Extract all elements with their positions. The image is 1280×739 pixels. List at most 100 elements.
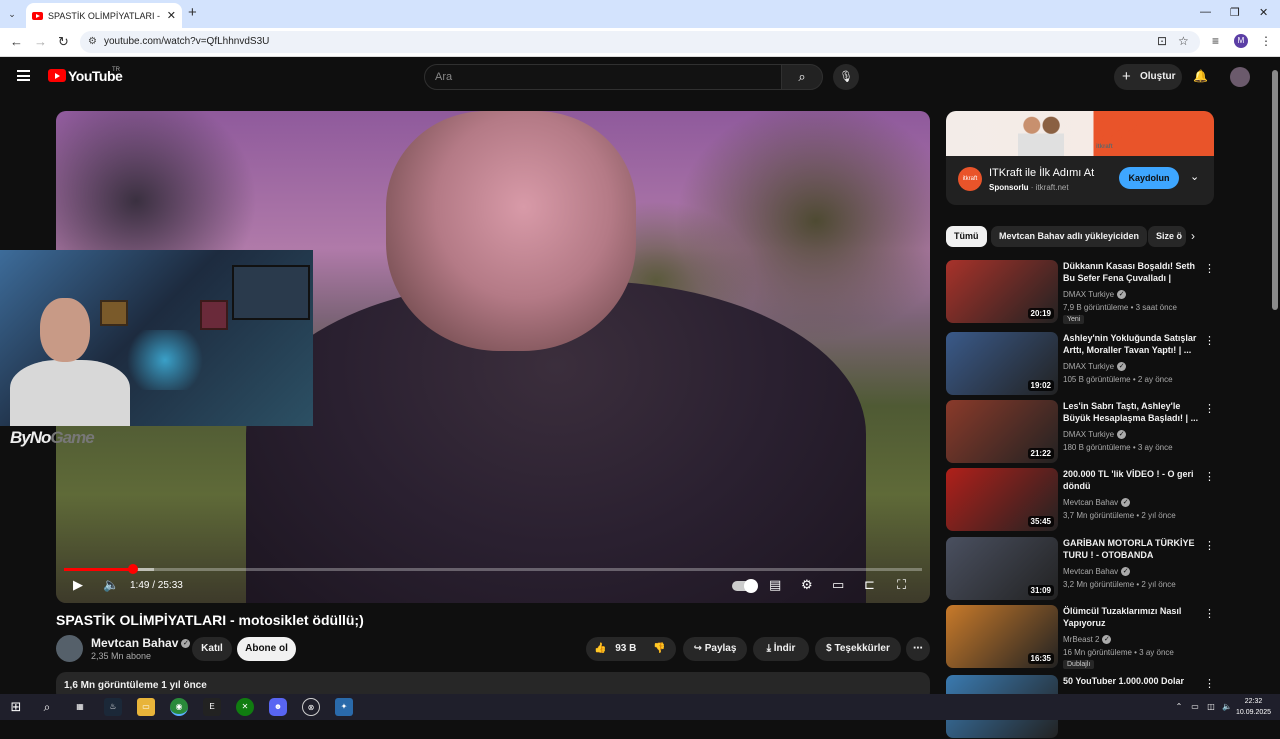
ad-title[interactable]: ITKraft ile İlk Adımı At: [989, 167, 1094, 179]
page-scrollbar[interactable]: [1271, 58, 1280, 694]
channel-name[interactable]: Mevtcan Bahav ✓: [91, 636, 191, 650]
scrollbar-thumb[interactable]: [1272, 70, 1278, 310]
voice-search-button[interactable]: 🎙: [833, 64, 859, 90]
menu-icon[interactable]: [17, 70, 30, 81]
back-icon[interactable]: ←: [10, 34, 23, 49]
progress-bar[interactable]: [64, 564, 922, 574]
steam-icon[interactable]: ♨: [104, 698, 122, 716]
task-view-icon[interactable]: ▦: [71, 698, 89, 716]
thumbs-down-icon[interactable]: 👎: [653, 643, 665, 654]
thumbs-up-icon[interactable]: 👍: [594, 643, 606, 654]
url-field[interactable]: ⚙ youtube.com/watch?v=QfLhhnvdS3U: [80, 31, 1200, 53]
windows-start-icon[interactable]: ⊞: [7, 698, 25, 716]
settings-gear-icon[interactable]: ⚙: [801, 577, 813, 593]
video-thumbnail[interactable]: 21:22: [946, 400, 1058, 463]
app-icon[interactable]: ✦: [335, 698, 353, 716]
more-options-icon[interactable]: ⋮: [1204, 607, 1215, 620]
chrome-icon[interactable]: ◉: [170, 698, 188, 716]
share-button[interactable]: ↪ Paylaş: [683, 637, 747, 661]
file-explorer-icon[interactable]: ▭: [137, 698, 155, 716]
like-count[interactable]: 93 B: [615, 643, 636, 654]
recommended-video-channel[interactable]: Mevtcan Bahav ✓: [1063, 567, 1131, 577]
discord-icon[interactable]: ☻: [269, 698, 287, 716]
youtube-logo-icon[interactable]: [48, 69, 66, 82]
join-button[interactable]: Katıl: [192, 637, 232, 661]
recommended-video[interactable]: 20:19 Dükkanın Kasası Boşaldı! Seth Bu Se…: [946, 260, 1258, 324]
video-thumbnail[interactable]: 20:19: [946, 260, 1058, 323]
recommended-video-title[interactable]: Ashley'nin Yokluğunda Satışlar Arttı, Mo…: [1063, 332, 1201, 356]
recommended-video-title[interactable]: GARİBAN MOTORLA TÜRKİYE TURU ! - OTOBAND…: [1063, 537, 1201, 561]
autoplay-toggle[interactable]: [732, 579, 758, 593]
recommended-video[interactable]: 31:09 GARİBAN MOTORLA TÜRKİYE TURU ! - OT…: [946, 537, 1258, 601]
cast-icon[interactable]: ⊏: [864, 577, 875, 593]
recommended-video-title[interactable]: Les'in Sabrı Taştı, Ashley'le Büyük Hesa…: [1063, 400, 1201, 424]
recommended-video-channel[interactable]: DMAX Turkiye ✓: [1063, 430, 1127, 440]
recommended-video-title[interactable]: Dükkanın Kasası Boşaldı! Seth Bu Sefer F…: [1063, 260, 1201, 284]
chrome-menu-icon[interactable]: ⋮: [1260, 34, 1272, 48]
profile-avatar[interactable]: M: [1234, 34, 1248, 48]
forward-icon[interactable]: →: [34, 34, 47, 49]
recommended-video-channel[interactable]: MrBeast 2 ✓: [1063, 635, 1112, 645]
fullscreen-icon[interactable]: ⛶: [897, 577, 906, 593]
recommended-video-title[interactable]: 200.000 TL 'lik VİDEO ! - O geri döndü: [1063, 468, 1201, 492]
close-tab-icon[interactable]: ✕: [167, 9, 176, 22]
recommended-video[interactable]: 21:22 Les'in Sabrı Taştı, Ashley'le Büyük…: [946, 400, 1258, 464]
search-button[interactable]: ⌕: [781, 64, 823, 90]
video-thumbnail[interactable]: 16:35: [946, 605, 1058, 668]
tab-search-icon[interactable]: ⌄: [4, 6, 20, 22]
advertiser-logo[interactable]: itkraft: [958, 167, 982, 191]
sponsored-ad-card[interactable]: KODLA GELECEĞİ KODLA itkraft itkraft ITKra…: [946, 111, 1214, 205]
chevron-down-icon[interactable]: ⌄: [1190, 170, 1199, 183]
more-options-icon[interactable]: ⋮: [1204, 539, 1215, 552]
browser-tab[interactable]: SPASTİK OLİMPİYATLARI - motosi ✕: [26, 3, 182, 28]
recommended-video-channel[interactable]: DMAX Turkiye ✓: [1063, 362, 1127, 372]
video-thumbnail[interactable]: 35:45: [946, 468, 1058, 531]
chip-all[interactable]: Tümü: [946, 226, 987, 247]
recommended-video-title[interactable]: Ölümcül Tuzaklarımızı Nasıl Yapıyoruz: [1063, 605, 1201, 629]
chip-from-uploader[interactable]: Mevtcan Bahav adlı yükleyiciden: [991, 226, 1148, 247]
more-actions-icon[interactable]: ⋯: [906, 637, 930, 661]
subtitles-icon[interactable]: ▤: [769, 577, 781, 593]
xbox-icon[interactable]: ✕: [236, 698, 254, 716]
ad-subscribe-button[interactable]: Kaydolun: [1119, 167, 1179, 189]
new-tab-icon[interactable]: +: [188, 4, 197, 21]
install-icon[interactable]: ⊡: [1157, 34, 1167, 48]
epic-games-icon[interactable]: E: [203, 698, 221, 716]
site-info-icon[interactable]: ⚙: [88, 31, 97, 53]
more-options-icon[interactable]: ⋮: [1204, 677, 1215, 690]
account-avatar[interactable]: [1230, 67, 1250, 87]
search-icon[interactable]: ⌕: [38, 698, 56, 716]
channel-avatar[interactable]: [56, 635, 83, 662]
ad-banner-image[interactable]: KODLA GELECEĞİ KODLA itkraft: [946, 111, 1214, 156]
recommended-video-channel[interactable]: DMAX Turkiye ✓: [1063, 290, 1127, 300]
recommended-video-title[interactable]: 50 YouTuber 1.000.000 Dolar: [1063, 675, 1201, 687]
speaker-icon[interactable]: 🔈: [1218, 698, 1236, 716]
subscribe-button[interactable]: Abone ol: [237, 637, 296, 661]
volume-icon[interactable]: 🔈: [103, 577, 119, 593]
bookmark-star-icon[interactable]: ☆: [1178, 34, 1189, 48]
play-icon[interactable]: ▶: [73, 577, 83, 593]
more-options-icon[interactable]: ⋮: [1204, 402, 1215, 415]
more-options-icon[interactable]: ⋮: [1204, 470, 1215, 483]
video-thumbnail[interactable]: 31:09: [946, 537, 1058, 600]
reload-icon[interactable]: ↻: [58, 34, 69, 50]
create-button[interactable]: + Oluştur: [1114, 64, 1182, 90]
system-clock[interactable]: 22:32 10.09.2025: [1236, 696, 1271, 718]
search-input[interactable]: Ara: [424, 64, 782, 90]
recommended-video[interactable]: 16:35 Ölümcül Tuzaklarımızı Nasıl Yapıyor…: [946, 605, 1258, 669]
chip-for-you[interactable]: Size ö: [1148, 226, 1186, 247]
restore-icon[interactable]: ❐: [1230, 6, 1240, 19]
media-controls-icon[interactable]: ≡: [1212, 34, 1219, 48]
recommended-video[interactable]: 19:02 Ashley'nin Yokluğunda Satışlar Artt…: [946, 332, 1258, 396]
recommended-video[interactable]: 35:45 200.000 TL 'lik VİDEO ! - O geri dö…: [946, 468, 1258, 532]
theater-mode-icon[interactable]: ▭: [832, 577, 844, 593]
chevron-right-icon[interactable]: ›: [1191, 229, 1195, 243]
close-window-icon[interactable]: ✕: [1259, 6, 1268, 19]
more-options-icon[interactable]: ⋮: [1204, 262, 1215, 275]
steering-wheel-icon[interactable]: ⊗: [302, 698, 320, 716]
recommended-video-channel[interactable]: Mevtcan Bahav ✓: [1063, 498, 1131, 508]
thanks-button[interactable]: $ Teşekkürler: [815, 637, 901, 661]
video-thumbnail[interactable]: 19:02: [946, 332, 1058, 395]
minimize-icon[interactable]: —: [1200, 6, 1211, 18]
more-options-icon[interactable]: ⋮: [1204, 334, 1215, 347]
